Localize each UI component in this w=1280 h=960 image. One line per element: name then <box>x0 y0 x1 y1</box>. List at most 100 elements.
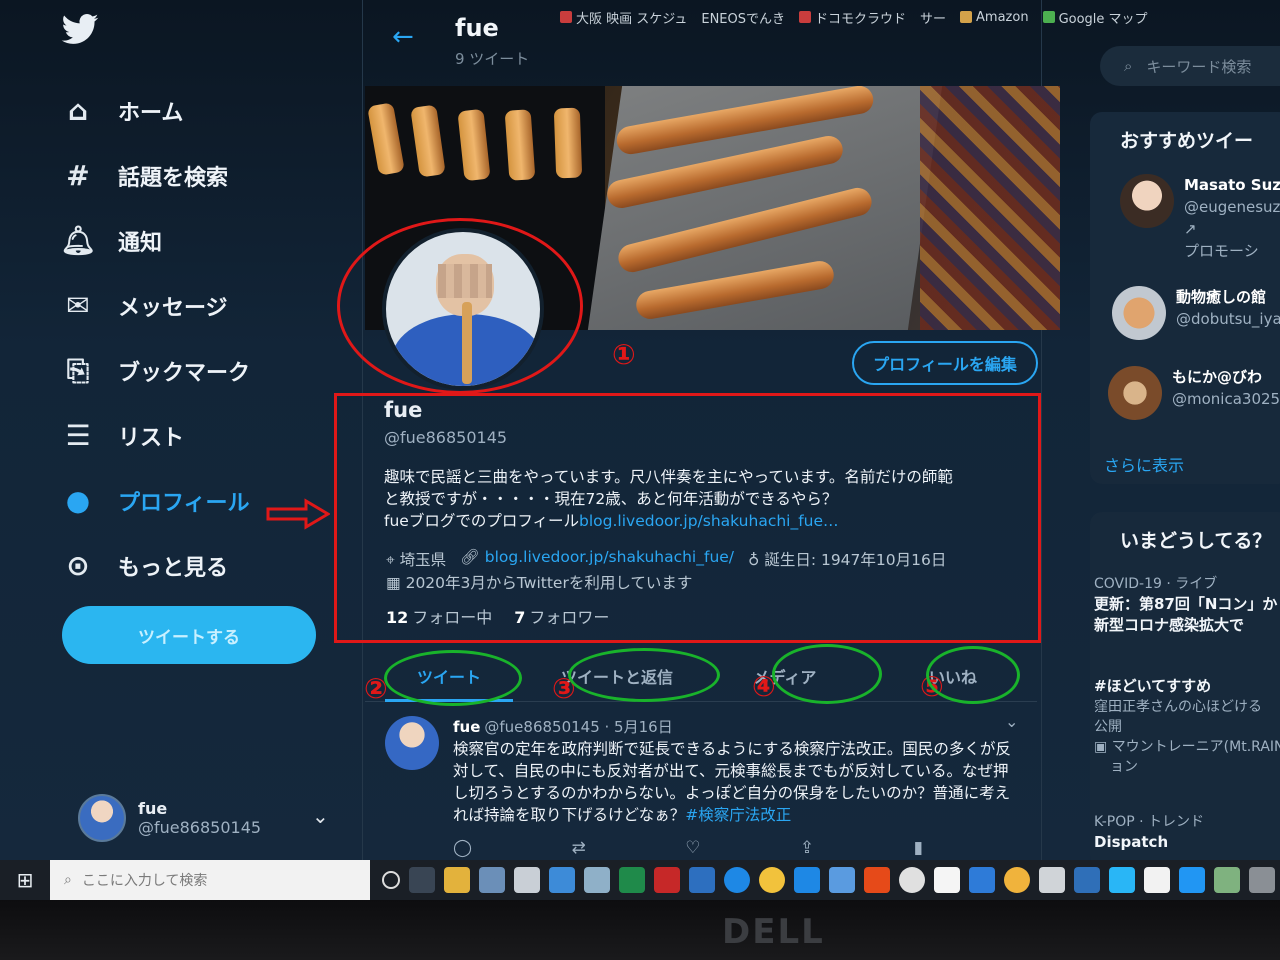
windows-start-icon[interactable]: ⊞ <box>0 860 50 900</box>
hashtag-link[interactable]: #検察庁法改正 <box>685 806 791 824</box>
nav-lists[interactable]: ☰ リスト <box>60 403 250 468</box>
trend-title: 更新：第87回「Nコン」か <box>1094 595 1278 613</box>
trend-item[interactable]: K-POP · トレンド Dispatch <box>1094 812 1204 853</box>
user-name: 動物癒しの館 <box>1176 288 1267 306</box>
share-icon[interactable]: ⇪ <box>800 838 814 858</box>
banner-pattern <box>920 86 1060 330</box>
app-icon[interactable] <box>1109 867 1135 893</box>
banner-flute <box>553 107 583 179</box>
account-switcher[interactable]: fue @fue86850145 <box>78 794 261 842</box>
banner-flute <box>504 109 536 181</box>
cortana-icon[interactable] <box>382 871 400 889</box>
trend-description: 公開 <box>1094 719 1122 735</box>
folder-icon[interactable] <box>444 867 470 893</box>
app-icon[interactable] <box>759 867 785 893</box>
hashtag-icon: # <box>66 159 90 192</box>
twitter-bird-icon[interactable] <box>60 10 100 50</box>
acrobat-icon[interactable] <box>864 867 890 893</box>
back-arrow-icon[interactable]: ← <box>392 22 414 52</box>
tweet-meta: @fue86850145 · 5月16日 <box>484 718 673 736</box>
app-icon[interactable] <box>584 867 610 893</box>
avatar <box>1120 174 1174 228</box>
task-view-icon[interactable] <box>409 867 435 893</box>
app-icon[interactable] <box>654 867 680 893</box>
recommended-user[interactable]: Masato Suzu @eugenesuz ↗ プロモーシ <box>1094 174 1280 262</box>
taskbar-search-placeholder: ここに入力して検索 <box>81 873 208 889</box>
nav-more[interactable]: ⊙ もっと見る <box>60 533 250 598</box>
annotation-number: ① <box>612 338 636 371</box>
app-icon[interactable] <box>899 867 925 893</box>
user-handle: @monica3025 <box>1172 390 1280 408</box>
app-icon[interactable] <box>479 867 505 893</box>
monitor-bezel <box>0 900 1280 960</box>
bell-icon: 🔔︎ <box>60 224 96 257</box>
tweet-button[interactable]: ツイートする <box>62 606 316 664</box>
app-icon[interactable] <box>1074 867 1100 893</box>
show-more-link[interactable]: さらに表示 <box>1104 452 1184 476</box>
tweet-item[interactable]: fue @fue86850145 · 5月16日 ⌄ 検察官の定年を政府判断で延長… <box>365 704 1037 868</box>
app-icon[interactable] <box>1039 867 1065 893</box>
recommended-user[interactable]: 動物癒しの館 @dobutsu_iya <box>1086 286 1280 340</box>
app-icon[interactable] <box>934 867 960 893</box>
chrome-icon[interactable] <box>1004 867 1030 893</box>
retweet-icon[interactable]: ⇄ <box>571 838 585 858</box>
taskbar-search[interactable]: ⌕ ここに入力して検索 <box>50 860 370 900</box>
app-icon[interactable] <box>549 867 575 893</box>
annotation-ellipse <box>337 218 583 394</box>
user-name: もにか@びわ <box>1172 368 1263 386</box>
promoted-icon: ▣ <box>1094 739 1112 755</box>
chevron-down-icon[interactable]: ⌄ <box>312 804 329 828</box>
tweet-author[interactable]: fue <box>453 718 480 736</box>
search-input[interactable]: ⌕ キーワード検索 <box>1100 46 1280 86</box>
user-handle: @eugenesuz <box>1184 198 1280 216</box>
avatar[interactable] <box>385 716 439 770</box>
app-icon[interactable] <box>1214 867 1240 893</box>
trend-description: 窪田正孝さんの心ほどける <box>1094 699 1262 715</box>
wikipedia-icon[interactable] <box>1144 867 1170 893</box>
promoted-text: プロモーシ <box>1184 242 1259 260</box>
edge-icon[interactable] <box>794 867 820 893</box>
app-icon[interactable] <box>1179 867 1205 893</box>
nav-home[interactable]: ⌂ ホーム <box>60 78 250 143</box>
trend-promoted: ▣ マウントレーニア(Mt.RAINI <box>1094 737 1280 757</box>
user-text: もにか@びわ @monica3025 <box>1172 366 1280 410</box>
chevron-down-icon[interactable]: ⌄ <box>1005 712 1018 731</box>
promoted-label: ↗ プロモーシ <box>1184 218 1280 262</box>
trend-category: K-POP · トレンド <box>1094 814 1205 830</box>
recommended-user[interactable]: もにか@びわ @monica3025 <box>1082 366 1280 420</box>
app-icon[interactable] <box>1249 867 1275 893</box>
app-icon[interactable] <box>689 867 715 893</box>
trend-item[interactable]: #ほどいてすすめ 窪田正孝さんの心ほどける 公開 ▣ マウントレーニア(Mt.R… <box>1094 676 1280 777</box>
excel-icon[interactable] <box>619 867 645 893</box>
bookmark[interactable]: Google マップ <box>1042 8 1148 27</box>
more-icon: ⊙ <box>66 549 90 582</box>
nav-bookmarks[interactable]: ⎘ ブックマーク <box>60 338 250 403</box>
annotation-arrow-icon <box>266 498 330 530</box>
trends-title: いまどうしてる？ <box>1120 530 1272 552</box>
mail-icon[interactable] <box>829 867 855 893</box>
user-name: Masato Suzu <box>1184 176 1280 194</box>
trend-title: Dispatch <box>1094 833 1169 851</box>
like-icon[interactable]: ♡ <box>685 838 700 858</box>
app-icon[interactable] <box>514 867 540 893</box>
recommended-title: おすすめツイー <box>1120 130 1254 152</box>
nav-label: プロフィール <box>118 490 250 516</box>
account-name: fue <box>138 799 168 818</box>
nav-messages[interactable]: ✉ メッセージ <box>60 273 250 338</box>
trend-item[interactable]: COVID-19 · ライブ 更新：第87回「Nコン」か 新型コロナ感染拡大で <box>1094 574 1277 636</box>
nav-explore[interactable]: # 話題を検索 <box>60 143 250 208</box>
reply-icon[interactable]: ◯ <box>453 838 472 858</box>
ie-icon[interactable] <box>724 867 750 893</box>
home-icon: ⌂ <box>67 94 89 127</box>
nav-notifications[interactable]: 🔔︎ 通知 <box>60 208 250 273</box>
edit-profile-button[interactable]: プロフィールを編集 <box>852 341 1038 385</box>
nav-label: 通知 <box>118 230 163 256</box>
sidebar: ⌂ ホーム # 話題を検索 🔔︎ 通知 ✉ メッセージ ⎘ ブックマーク ☰ リスト ● プロ… <box>0 0 360 868</box>
app-icon[interactable] <box>969 867 995 893</box>
taskbar-apps <box>382 867 1275 893</box>
trend-title: 新型コロナ感染拡大で <box>1094 616 1245 634</box>
tweet-body: 検察官の定年を政府判断で延長できるようにする検察庁法改正。国民の多くが反対して、… <box>453 738 1013 826</box>
analytics-icon[interactable]: ▮ <box>914 838 923 858</box>
nav-profile[interactable]: ● プロフィール <box>60 468 250 533</box>
avatar <box>1108 366 1162 420</box>
